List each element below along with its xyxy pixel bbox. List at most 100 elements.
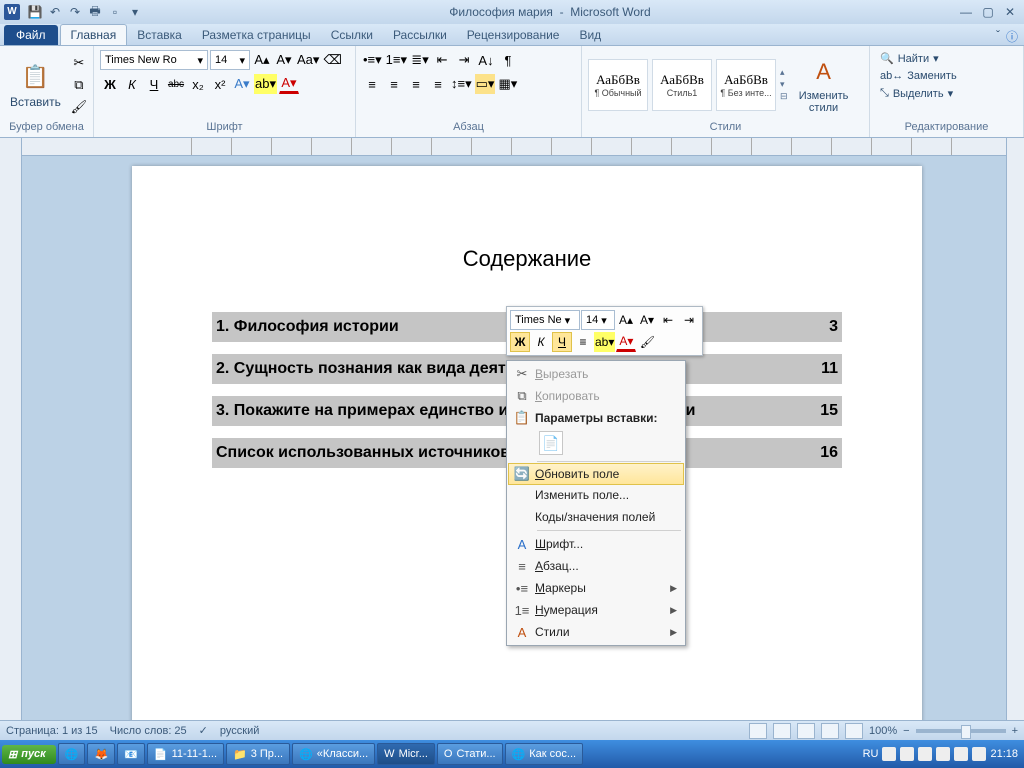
quick-launch[interactable]: 🌐: [58, 743, 86, 765]
mini-dec-indent-icon[interactable]: ⇤: [658, 310, 678, 330]
highlight-icon[interactable]: ab▾: [254, 74, 277, 94]
close-button[interactable]: ✕: [1000, 4, 1020, 20]
zoom-level[interactable]: 100%: [869, 725, 897, 737]
tray-icon[interactable]: [918, 747, 932, 761]
tray-icon[interactable]: [972, 747, 986, 761]
ctx-copy[interactable]: ⧉Копировать: [509, 385, 683, 407]
undo-icon[interactable]: ↶: [46, 3, 64, 21]
shrink-font-icon[interactable]: A▾: [274, 50, 294, 70]
tab-layout[interactable]: Разметка страницы: [192, 25, 321, 45]
tab-insert[interactable]: Вставка: [127, 25, 192, 45]
font-family-combo[interactable]: Times New Ro▾: [100, 50, 208, 70]
taskbar-item[interactable]: 📄 11-11-1...: [147, 743, 224, 765]
clear-format-icon[interactable]: ⌫: [322, 50, 342, 70]
mini-center-icon[interactable]: ≡: [573, 332, 593, 352]
view-full-screen[interactable]: [773, 723, 791, 739]
find-button[interactable]: 🔍Найти ▾: [876, 50, 943, 67]
shading-icon[interactable]: ▭▾: [475, 74, 496, 94]
bold-button[interactable]: Ж: [100, 74, 120, 94]
sort-icon[interactable]: A↓: [476, 50, 496, 70]
minimize-button[interactable]: —: [956, 4, 976, 20]
text-effects-icon[interactable]: A▾: [232, 74, 252, 94]
quick-launch[interactable]: 🦊: [87, 743, 115, 765]
horizontal-ruler[interactable]: [22, 138, 1024, 156]
file-tab[interactable]: Файл: [4, 25, 58, 45]
styles-expand-icon[interactable]: ⊟: [780, 91, 788, 102]
qat-more-icon[interactable]: ▾: [126, 3, 144, 21]
numbering-icon[interactable]: 1≡▾: [385, 50, 408, 70]
view-web[interactable]: [797, 723, 815, 739]
zoom-in-icon[interactable]: +: [1012, 725, 1018, 737]
mini-bold[interactable]: Ж: [510, 332, 530, 352]
mini-font-size[interactable]: 14▾: [581, 310, 615, 330]
decrease-indent-icon[interactable]: ⇤: [432, 50, 452, 70]
mini-inc-indent-icon[interactable]: ⇥: [679, 310, 699, 330]
taskbar-item-word[interactable]: W Micr...: [377, 743, 435, 765]
zoom-out-icon[interactable]: −: [903, 725, 909, 737]
select-button[interactable]: ⤡Выделить ▾: [876, 85, 957, 102]
change-case-icon[interactable]: Aa▾: [296, 50, 320, 70]
copy-icon[interactable]: ⧉: [69, 75, 89, 95]
align-right-icon[interactable]: ≡: [406, 74, 426, 94]
subscript-icon[interactable]: x₂: [188, 74, 208, 94]
ctx-paragraph[interactable]: ≡Абзац...: [509, 555, 683, 577]
start-button[interactable]: ⊞пуск: [2, 745, 56, 764]
taskbar-item[interactable]: 🌐 Как сос...: [505, 743, 584, 765]
mini-shrink-icon[interactable]: A▾: [637, 310, 657, 330]
tray-icon[interactable]: [936, 747, 950, 761]
ctx-styles[interactable]: AСтили▶: [509, 621, 683, 643]
paste-option-keep-text[interactable]: 📄: [539, 431, 563, 455]
tab-home[interactable]: Главная: [60, 24, 128, 45]
change-styles-button[interactable]: A Изменить стили: [792, 54, 856, 116]
mini-highlight-icon[interactable]: ab▾: [594, 332, 615, 352]
language-indicator[interactable]: RU: [863, 748, 879, 760]
minimize-ribbon-icon[interactable]: ˇ: [996, 28, 1000, 45]
print-icon[interactable]: 🖶: [86, 3, 104, 21]
redo-icon[interactable]: ↷: [66, 3, 84, 21]
tab-review[interactable]: Рецензирование: [457, 25, 570, 45]
mini-font-family[interactable]: Times Ne▾: [510, 310, 580, 330]
tab-view[interactable]: Вид: [569, 25, 611, 45]
view-print-layout[interactable]: [749, 723, 767, 739]
grow-font-icon[interactable]: A▴: [252, 50, 272, 70]
justify-icon[interactable]: ≡: [428, 74, 448, 94]
zoom-slider[interactable]: [916, 729, 1006, 733]
ctx-bullets[interactable]: •≡Маркеры▶: [509, 577, 683, 599]
format-painter-icon[interactable]: 🖌: [69, 97, 89, 117]
ctx-edit-field[interactable]: Изменить поле...: [509, 484, 683, 506]
tab-references[interactable]: Ссылки: [321, 25, 383, 45]
status-language[interactable]: русский: [220, 725, 259, 737]
paste-button[interactable]: 📋 Вставить: [6, 59, 65, 111]
ctx-numbering[interactable]: 1≡Нумерация▶: [509, 599, 683, 621]
clock[interactable]: 21:18: [990, 748, 1018, 760]
tab-mailings[interactable]: Рассылки: [383, 25, 457, 45]
ctx-field-codes[interactable]: Коды/значения полей: [509, 506, 683, 528]
vertical-scrollbar[interactable]: [1006, 138, 1024, 720]
style-nointerval[interactable]: АаБбВв¶ Без инте...: [716, 59, 776, 111]
quick-launch[interactable]: 📧: [117, 743, 145, 765]
superscript-icon[interactable]: x²: [210, 74, 230, 94]
mini-fontcolor-icon[interactable]: A▾: [616, 332, 636, 352]
view-draft[interactable]: [845, 723, 863, 739]
style-normal[interactable]: АаБбВв¶ Обычный: [588, 59, 648, 111]
align-left-icon[interactable]: ≡: [362, 74, 382, 94]
borders-icon[interactable]: ▦▾: [497, 74, 518, 94]
replace-button[interactable]: ab↔Заменить: [876, 68, 961, 84]
cut-icon[interactable]: ✂: [69, 53, 89, 73]
show-marks-icon[interactable]: ¶: [498, 50, 518, 70]
italic-button[interactable]: К: [122, 74, 142, 94]
taskbar-item[interactable]: 🌐 «Класси...: [292, 743, 375, 765]
ctx-update-field[interactable]: 🔄Обновить поле: [508, 463, 684, 485]
increase-indent-icon[interactable]: ⇥: [454, 50, 474, 70]
styles-row-up-icon[interactable]: ▴: [780, 67, 788, 78]
save-icon[interactable]: 💾: [26, 3, 44, 21]
ctx-font[interactable]: AШрифт...: [509, 533, 683, 555]
tray-icon[interactable]: [900, 747, 914, 761]
multilevel-icon[interactable]: ≣▾: [410, 50, 430, 70]
styles-row-down-icon[interactable]: ▾: [780, 79, 788, 90]
font-size-combo[interactable]: 14▾: [210, 50, 250, 70]
status-proofing-icon[interactable]: ✓: [199, 724, 208, 737]
mini-underline[interactable]: Ч: [552, 332, 572, 352]
style-1[interactable]: АаБбВвСтиль1: [652, 59, 712, 111]
font-color-icon[interactable]: A▾: [279, 74, 299, 94]
